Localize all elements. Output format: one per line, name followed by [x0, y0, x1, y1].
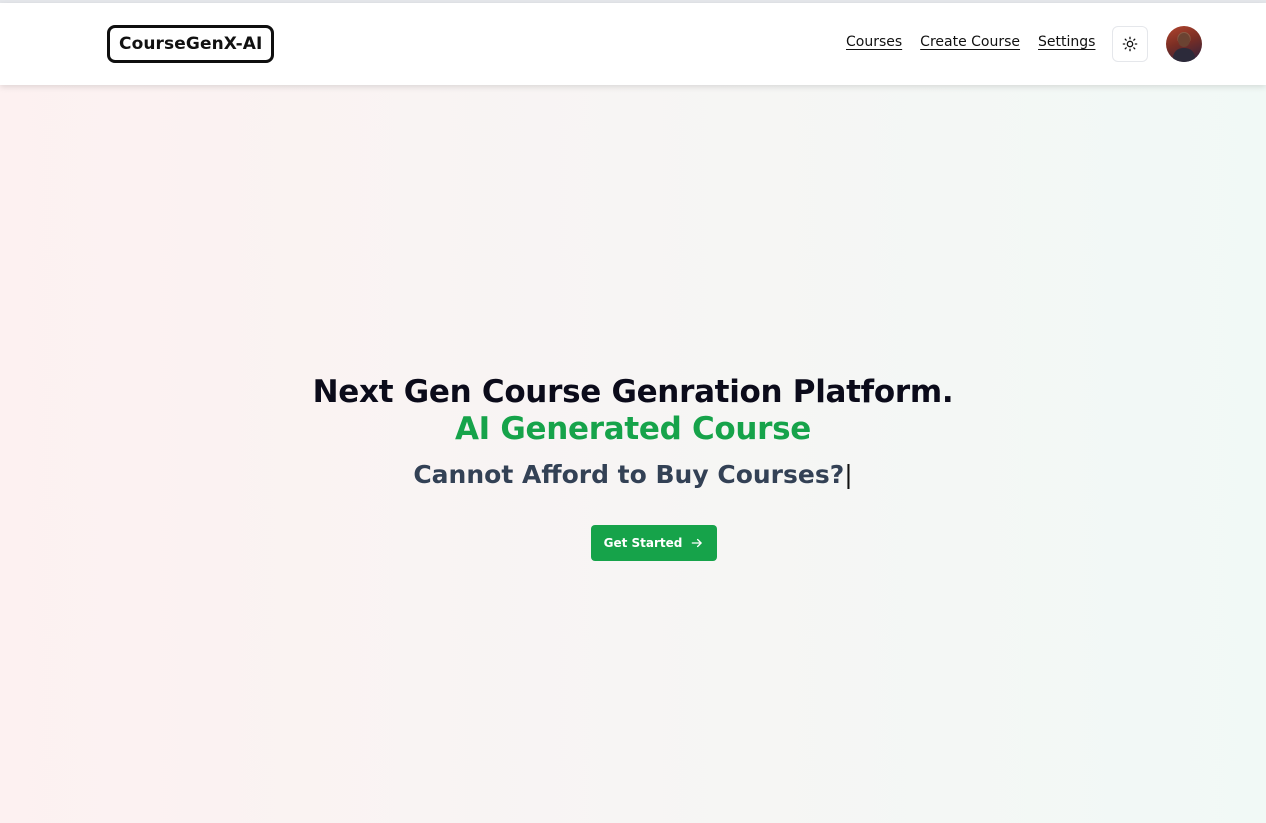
- avatar-head-shape: [1178, 33, 1190, 47]
- nav-link-courses[interactable]: Courses: [846, 34, 902, 50]
- navbar: CourseGenX-AI Courses Create Course Sett…: [0, 3, 1266, 85]
- nav-links: Courses Create Course Settings: [846, 34, 1095, 50]
- typing-text: Cannot Afford to Buy Courses?: [413, 460, 845, 489]
- sun-icon: [1122, 36, 1138, 52]
- arrow-right-icon: [692, 538, 703, 548]
- nav-link-settings[interactable]: Settings: [1038, 34, 1095, 50]
- hero-section: Next Gen Course Genration Platform. AI G…: [0, 85, 1266, 823]
- typing-text-line: Cannot Afford to Buy Courses?|: [0, 459, 1266, 491]
- user-avatar[interactable]: [1166, 26, 1202, 62]
- nav-link-create-course[interactable]: Create Course: [920, 34, 1020, 50]
- hero-text: Next Gen Course Genration Platform. AI G…: [0, 373, 1266, 491]
- theme-toggle-button[interactable]: [1112, 26, 1148, 62]
- hero-headline: Next Gen Course Genration Platform.: [312, 374, 954, 410]
- logo[interactable]: CourseGenX-AI: [107, 25, 275, 63]
- avatar-body-shape: [1173, 48, 1195, 62]
- get-started-label: Get Started: [603, 536, 683, 550]
- typing-cursor: |: [844, 460, 853, 489]
- hero-subheadline: AI Generated Course: [454, 411, 812, 447]
- get-started-button[interactable]: Get Started: [591, 525, 717, 561]
